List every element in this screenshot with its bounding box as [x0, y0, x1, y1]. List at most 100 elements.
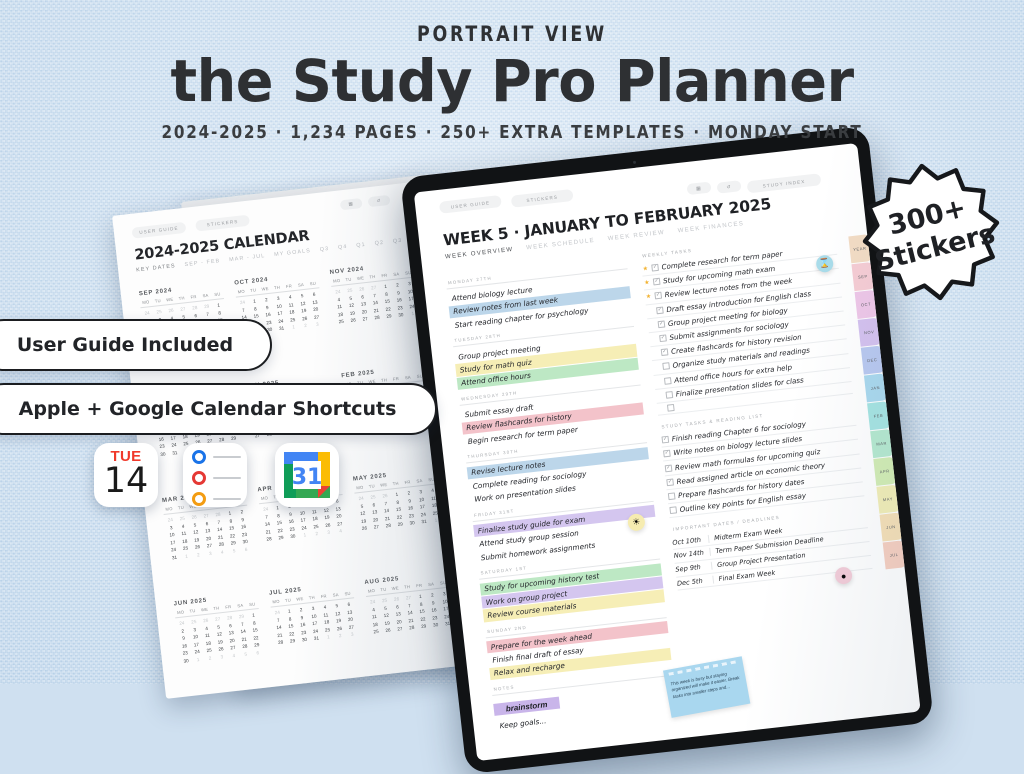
day-cell: 10 [276, 303, 282, 309]
calendar-nav-item-5[interactable]: Q4 [338, 244, 348, 251]
day-cell: 18 [372, 621, 379, 628]
day-cell: 8 [252, 620, 256, 626]
calendar-nav-item-4[interactable]: Q3 [319, 246, 329, 253]
star-icon[interactable]: ★ [644, 279, 651, 287]
checkbox[interactable] [665, 390, 674, 399]
day-cell: 25 [182, 545, 189, 552]
day-cell: 16 [158, 436, 165, 442]
checkbox[interactable]: ✓ [652, 278, 661, 286]
day-cell: 5 [349, 295, 353, 301]
month-tab-may[interactable]: MAY [876, 484, 900, 514]
date-cell: Nov 14th [673, 548, 705, 561]
undo-icon-button[interactable]: ↺ [716, 180, 742, 194]
left-pill-stickers[interactable]: STICKERS [195, 214, 250, 232]
checkbox[interactable]: ✓ [657, 320, 666, 329]
calendar-nav-item-1[interactable]: SEP - FEB [184, 258, 220, 268]
day-cell: 16 [240, 524, 247, 530]
day-cell: 31 [278, 325, 285, 332]
checkbox[interactable] [666, 403, 675, 412]
day-cell: 5 [216, 624, 221, 630]
day-cell: 30 [398, 312, 404, 318]
day-cell: 29 [230, 540, 237, 547]
calendar-nav-item-0[interactable]: KEY DATES [136, 263, 176, 273]
star-icon[interactable]: ★ [649, 321, 656, 329]
month-grid[interactable]: 2412345678910111213141516171819202122232… [271, 601, 358, 646]
month-tab-apr[interactable]: APR [873, 456, 897, 486]
month-tab-jul[interactable]: JUL [882, 540, 906, 570]
checkbox[interactable]: ✓ [655, 306, 664, 314]
star-icon[interactable]: ★ [657, 392, 664, 400]
day-cell: 10 [192, 634, 199, 640]
day-cell: 22 [385, 306, 391, 312]
star-icon[interactable]: ★ [658, 405, 665, 413]
star-icon[interactable]: ★ [647, 307, 654, 315]
badge-calendar-shortcuts: Apple + Google Calendar Shortcuts [0, 383, 437, 435]
star-icon[interactable]: ★ [655, 378, 662, 386]
calendar-nav-item-6[interactable]: Q1 [356, 242, 366, 249]
calendar-month: MAY 2025 MO TU WE TH FR SA SU 24 25 26 1 2 3 4 5 6 7 8 9 10 1… [353, 467, 443, 531]
day-cell: 17 [277, 310, 283, 317]
month-tab-feb[interactable]: FEB [867, 401, 890, 431]
star-icon[interactable]: ★ [642, 265, 649, 273]
days-column: MONDAY 27TH Attend biology lecture Review … [445, 253, 677, 733]
day-cell: 3 [193, 626, 197, 632]
calendar-nav-item-7[interactable]: Q2 [374, 240, 384, 247]
checkbox[interactable]: ✓ [663, 450, 671, 458]
tab-week-review[interactable]: WEEK REVIEW [607, 229, 665, 242]
month-grid[interactable]: 2425262728123456789101112131415161718192… [164, 509, 252, 561]
star-icon[interactable]: ★ [653, 364, 660, 372]
month-tab-jan[interactable]: JAN [863, 373, 887, 403]
checkbox[interactable] [662, 362, 671, 371]
checkbox[interactable]: ✓ [654, 292, 663, 300]
checkbox[interactable]: ✓ [661, 435, 670, 444]
tablet-pill-stickers[interactable]: STICKERS [510, 188, 574, 208]
tablet-pill-user-guide[interactable]: USER GUIDE [438, 194, 502, 214]
grid-icon-button[interactable]: ▦ [686, 181, 712, 196]
month-tab-mar[interactable]: MAR [870, 429, 894, 459]
checkbox[interactable]: ✓ [666, 478, 674, 486]
star-icon[interactable]: ★ [645, 293, 652, 301]
day-cell: 30 [183, 658, 189, 664]
checkbox[interactable] [663, 376, 672, 385]
sticky-note[interactable]: This week is busy but staying organized … [662, 656, 751, 718]
google-calendar-icon[interactable]: 31 [275, 443, 339, 507]
checkbox[interactable]: ✓ [659, 334, 667, 343]
checkbox[interactable]: ✓ [664, 464, 673, 472]
day-cell: 23 [241, 531, 248, 538]
checkbox[interactable] [667, 492, 676, 501]
tablet-screen[interactable]: USER GUIDE STICKERS ▦ ↺ STUDY INDEX WEEK… [413, 142, 921, 762]
calendar-nav-item-3[interactable]: MY GOALS [274, 248, 311, 258]
day-cell: 29 [230, 435, 237, 442]
day-cell: 15 [276, 520, 283, 526]
left-pill-icon-b[interactable]: ↺ [367, 194, 391, 208]
calendar-nav-item-2[interactable]: MAR - JUL [229, 253, 266, 263]
month-grid[interactable]: 24 25 26 1 2 3 4 5 6 7 8 9 10 11 12 13 14 15 16 17 18 19 20 21 2… [355, 487, 442, 532]
checkbox[interactable]: ✓ [651, 263, 659, 272]
checkbox[interactable]: ✓ [660, 348, 669, 357]
calendar-nav-item-8[interactable]: Q3 [393, 238, 403, 245]
month-grid[interactable]: 2425262728291234567891011121314151617181… [176, 612, 264, 664]
month-grid[interactable]: 24 25 26 27 1 2 3 4 5 6 7 8 9 10 11 12 13 14 15 16 17 18 19 20 2… [332, 281, 419, 326]
day-cell: 23 [397, 304, 403, 311]
left-pill-user-guide[interactable]: USER GUIDE [131, 221, 187, 239]
day-cell: 13 [360, 301, 367, 307]
notes-brainstorm[interactable]: brainstorm [493, 696, 560, 716]
day-cell: 11 [311, 508, 317, 515]
day-cell: 13 [371, 509, 378, 515]
left-pill-icon-a[interactable]: ▦ [339, 197, 363, 211]
day-cell: 24 [420, 511, 427, 518]
reminders-icon[interactable] [183, 443, 247, 507]
star-icon[interactable]: ★ [652, 350, 659, 358]
reminder-line [213, 477, 241, 479]
study-index-button[interactable]: STUDY INDEX [746, 173, 822, 194]
month-grid[interactable]: 24 25 26 27 1 2 3 4 5 6 7 8 9 10 11 12 13 14 15 16 17 18 19 20 2… [366, 591, 453, 636]
month-tab-dec[interactable]: DEC [860, 345, 884, 375]
month-tab-nov[interactable]: NOV [857, 317, 881, 347]
checkbox[interactable] [669, 506, 678, 515]
day-cell: 16 [181, 643, 188, 649]
star-icon[interactable]: ★ [650, 336, 657, 344]
month-tab-jun[interactable]: JUN [879, 512, 903, 542]
day-cell: 28 [266, 536, 272, 543]
day-cell: 9 [241, 516, 245, 522]
apple-calendar-icon[interactable]: TUE 14 [94, 443, 158, 507]
